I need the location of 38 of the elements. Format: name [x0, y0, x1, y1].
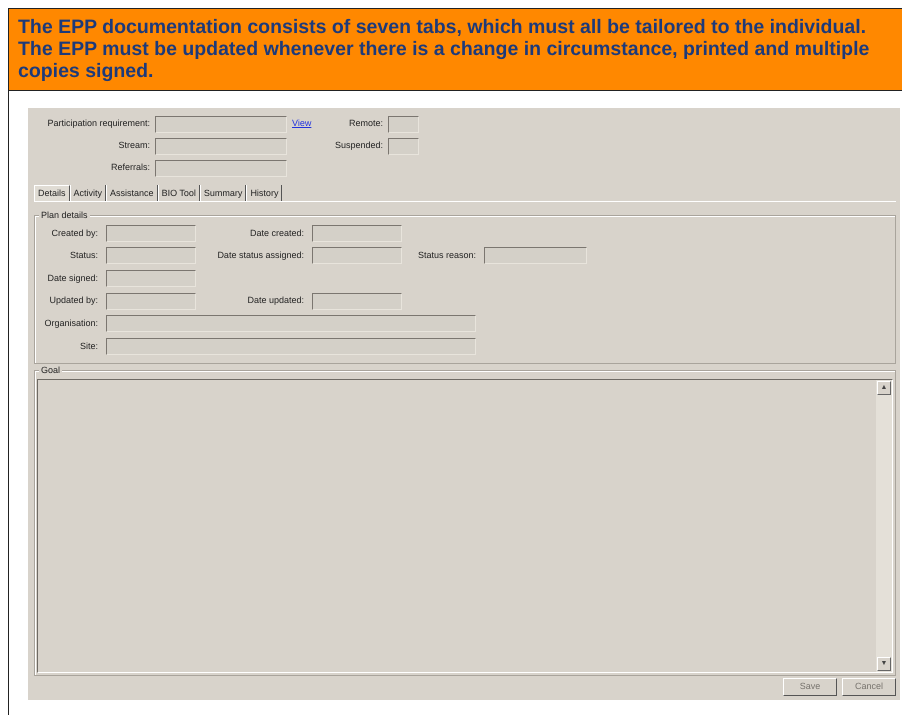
text-field[interactable] [388, 116, 419, 132]
text-field[interactable] [312, 247, 402, 264]
text-field[interactable] [388, 138, 419, 154]
tab[interactable]: Assistance [106, 185, 158, 201]
field-label: Suspended: [334, 139, 383, 152]
tab[interactable]: Summary [200, 185, 246, 201]
text-field[interactable] [484, 247, 587, 264]
tab[interactable]: Details [34, 185, 70, 201]
field-label: Date status assigned: [216, 249, 304, 262]
text-field[interactable] [312, 224, 402, 242]
text-field[interactable] [155, 160, 287, 176]
field-label: Participation requirement: [46, 117, 150, 130]
field-label: Status reason: [416, 249, 476, 262]
text-field[interactable] [312, 292, 402, 310]
field-label: Status: [68, 249, 98, 262]
field-label: Date signed: [46, 272, 98, 285]
field-label: Remote: [348, 117, 383, 130]
view-link[interactable]: View [292, 118, 312, 128]
field-label: Date updated: [246, 294, 304, 308]
text-field[interactable] [106, 270, 196, 287]
tab[interactable]: History [246, 185, 282, 201]
text-field[interactable] [106, 315, 476, 332]
field-label: Updated by: [48, 294, 98, 308]
tab[interactable]: Activity [70, 185, 106, 201]
text-field[interactable] [155, 138, 287, 154]
text-field[interactable] [106, 224, 196, 242]
field-label: Date created: [248, 226, 304, 240]
banner-text: The EPP documentation consists of seven tabs, which must all be tailored to the individual. The EPP must be updated whenever there is a change in circumstance, printed and multiple copies signed. [8, 8, 902, 91]
text-field[interactable] [106, 292, 196, 310]
text-field[interactable] [106, 338, 476, 355]
field-label: Organisation: [43, 316, 98, 330]
field-label: Created by: [50, 226, 98, 240]
text-field[interactable] [155, 116, 287, 132]
tab[interactable]: BIO Tool [158, 185, 200, 201]
field-label: Site: [78, 340, 98, 353]
text-field[interactable] [106, 247, 196, 264]
field-label: Referrals: [110, 161, 150, 174]
field-label: Stream: [117, 139, 150, 152]
